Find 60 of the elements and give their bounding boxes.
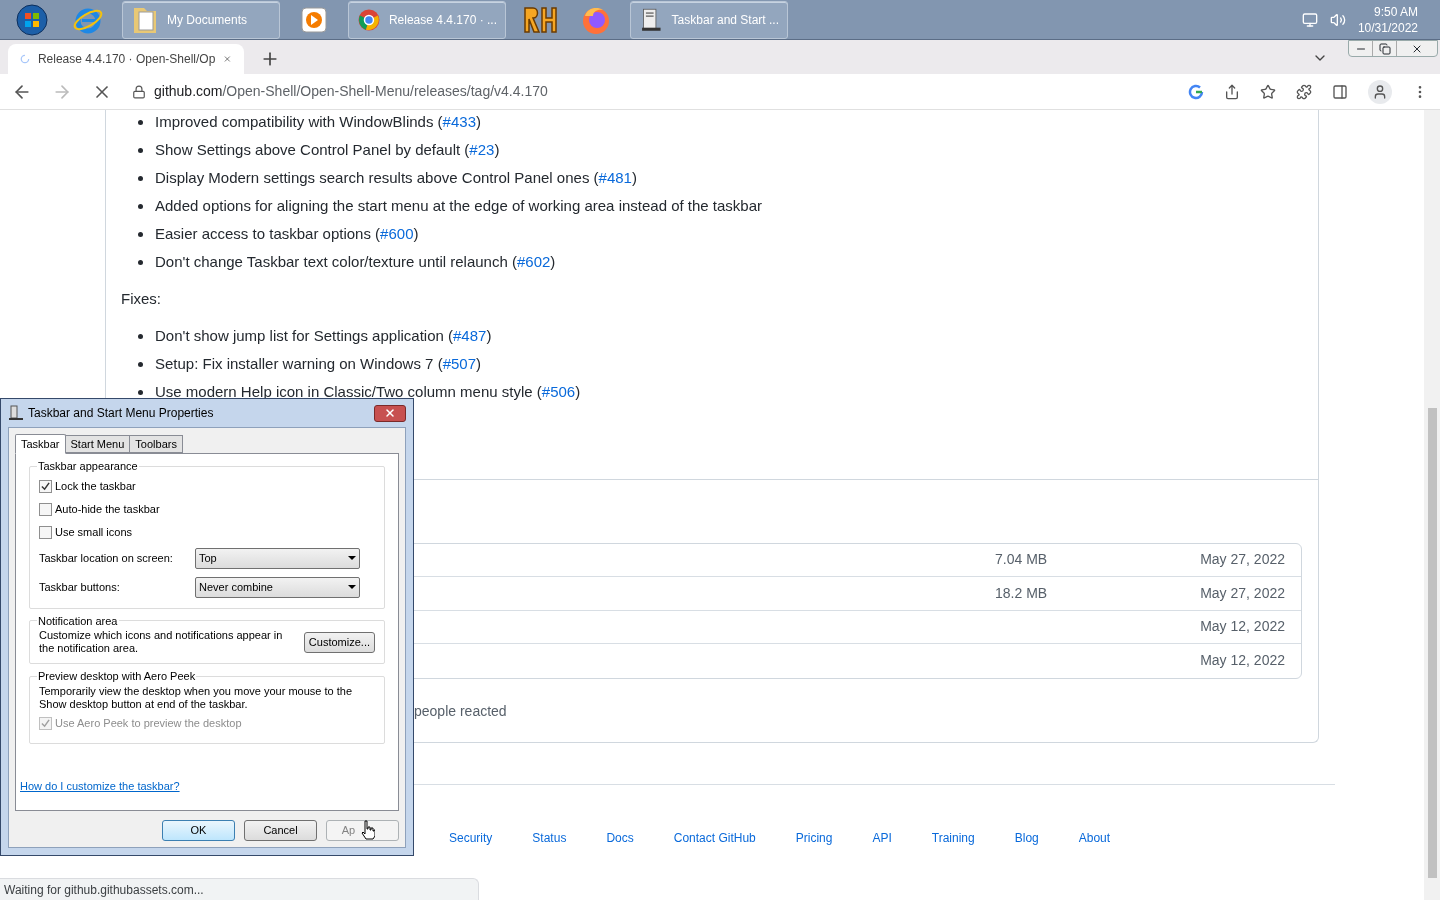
issue-link[interactable]: #602 [516, 252, 551, 270]
dialog-tab[interactable]: Taskbar [15, 434, 66, 454]
issue-link[interactable]: #487 [453, 327, 487, 345]
issue-link[interactable]: #23 [469, 140, 495, 158]
dropdown[interactable]: Never combine [195, 576, 360, 598]
release-note: Improved compatibility with WindowBlinds (#433) [155, 111, 481, 132]
browser-tab[interactable]: Release 4.4.170 · Open-Shell/Op [8, 44, 244, 74]
footer-link[interactable]: Pricing [795, 829, 833, 847]
field-label: Taskbar buttons: [39, 579, 121, 595]
release-note: Don't show jump list for Settings application (#487) [155, 326, 492, 347]
footer-link[interactable]: Docs [606, 829, 634, 847]
clock-time[interactable]: 9:50 AM [1373, 3, 1418, 20]
group-description: Customize which icons and notifications appear in the notification area. [39, 629, 284, 655]
dialog-button[interactable]: Cancel [244, 820, 317, 841]
checkbox-label: Lock the taskbar [55, 478, 136, 494]
footer-link[interactable]: API [872, 829, 892, 847]
release-note: Added options for aligning the start menu at the edge of working area instead of the taskbar [155, 195, 763, 216]
group-title: Notification area [37, 613, 119, 629]
issue-link[interactable]: #481 [598, 168, 632, 186]
release-note: Show Settings above Control Panel by default (#23) [155, 139, 500, 160]
checkbox-label: Use small icons [55, 524, 133, 540]
asset-size: 18.2 MB [995, 583, 1049, 603]
footer-link[interactable]: Blog [1014, 829, 1039, 847]
release-note: Display Modern settings search results above Control Panel ones (#481) [155, 167, 637, 188]
release-note: Don't change Taskbar text color/texture until relaunch (#602) [155, 251, 556, 272]
field-label: Taskbar location on screen: [39, 550, 174, 566]
dropdown[interactable]: Top [195, 547, 360, 569]
group-title: Taskbar appearance [37, 459, 139, 474]
asset-date: May 27, 2022 [1199, 550, 1285, 570]
footer-link[interactable]: Status [532, 829, 567, 847]
clock-date[interactable]: 10/31/2022 [1357, 19, 1418, 36]
issue-link[interactable]: #433 [442, 112, 476, 130]
footer-link[interactable]: Security [449, 829, 493, 847]
asset-date: May 12, 2022 [1199, 617, 1285, 637]
help-link[interactable]: How do I customize the taskbar? [20, 777, 385, 794]
asset-date: May 12, 2022 [1199, 651, 1285, 671]
issue-link[interactable]: #507 [442, 355, 476, 373]
dialog-button[interactable]: OK [162, 820, 235, 841]
window-title: Taskbar and Start Menu Properties [28, 405, 215, 422]
tab-title: Release 4.4.170 · Open-Shell/Op [37, 51, 216, 68]
group-title: Preview desktop with Aero Peek [37, 669, 197, 684]
status-bar: Waiting for github.githubassets.com... [0, 878, 479, 900]
reactions-text: people reacted [414, 701, 508, 721]
checkbox-label: Use Aero Peek to preview the desktop [55, 715, 242, 731]
release-note: Setup: Fix installer warning on Windows 7 (#507) [155, 354, 481, 375]
asset-date: May 27, 2022 [1199, 583, 1285, 603]
dialog-tab[interactable]: Start Menu [64, 435, 131, 453]
fixes-heading: Fixes: [121, 289, 162, 309]
issue-link[interactable]: #600 [380, 224, 414, 242]
checkbox-label: Auto-hide the taskbar [55, 501, 160, 517]
issue-link[interactable]: #506 [541, 383, 576, 401]
footer-link[interactable]: Contact GitHub [673, 829, 756, 847]
release-note: Easier access to taskbar options (#600) [155, 223, 419, 244]
asset-size: 7.04 MB [995, 550, 1049, 570]
group-description: Temporarily view the desktop when you move your mouse to the Show desktop button at end of the taskbar. [39, 684, 354, 711]
address-bar[interactable]: github.com/Open-Shell/Open-Shell-Menu/releases/tag/v4.4.170 [132, 81, 1168, 102]
footer-link[interactable]: Training [931, 829, 975, 847]
footer-link[interactable]: About [1078, 829, 1111, 847]
customize-button[interactable]: Customize... [303, 631, 375, 653]
dialog-tab[interactable]: Toolbars [129, 435, 183, 453]
